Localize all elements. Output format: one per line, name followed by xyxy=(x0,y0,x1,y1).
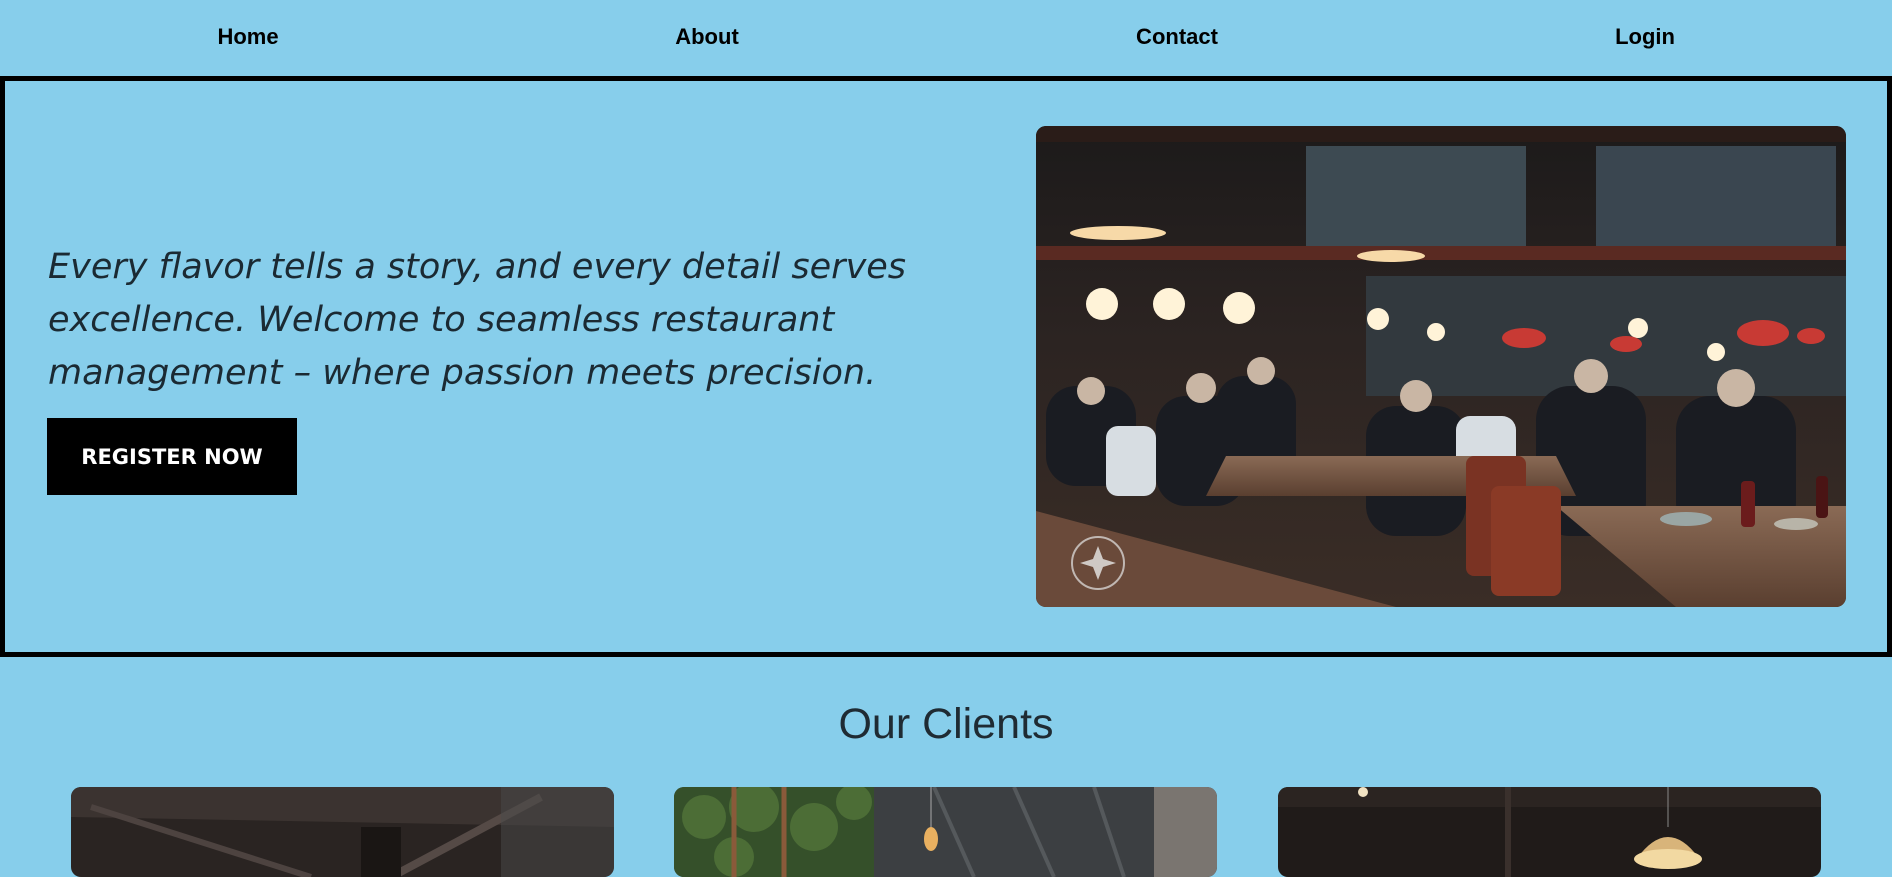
register-now-button[interactable]: REGISTER NOW xyxy=(47,418,297,495)
nav-login-link[interactable]: Login xyxy=(1615,24,1675,50)
nav-home-link[interactable]: Home xyxy=(217,24,278,50)
top-navigation: Home About Contact Login xyxy=(0,0,1892,76)
nav-about-link[interactable]: About xyxy=(675,24,739,50)
client-card-image xyxy=(71,787,614,877)
client-card-image xyxy=(674,787,1217,877)
client-card-image xyxy=(1278,787,1821,877)
our-clients-heading: Our Clients xyxy=(838,700,1054,748)
restaurant-dining-room-image xyxy=(1036,126,1846,607)
nav-contact-link[interactable]: Contact xyxy=(1136,24,1218,50)
hero-section: Every flavor tells a story, and every de… xyxy=(0,76,1892,657)
hero-tagline: Every flavor tells a story, and every de… xyxy=(48,247,907,393)
